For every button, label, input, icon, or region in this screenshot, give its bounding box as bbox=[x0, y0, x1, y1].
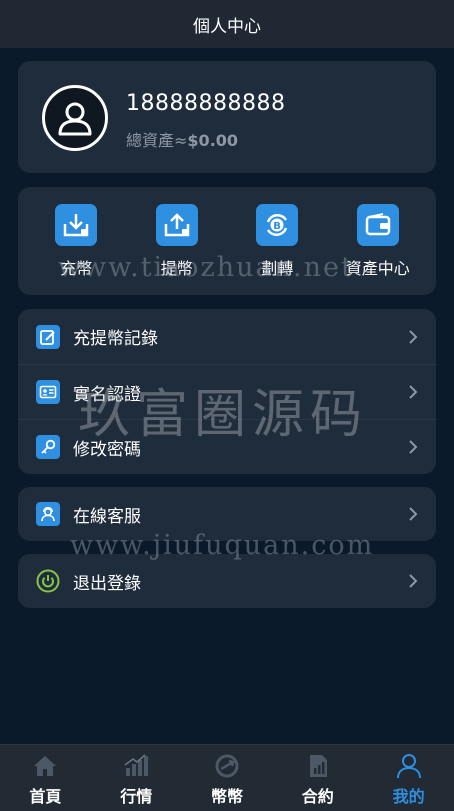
withdraw-label: 提幣 bbox=[160, 259, 193, 278]
logout-card: 退出登錄 bbox=[18, 554, 436, 608]
user-icon bbox=[396, 753, 422, 779]
chevron-right-icon bbox=[409, 385, 418, 399]
tab-contract[interactable]: 合約 bbox=[272, 745, 363, 811]
user-avatar-icon bbox=[58, 102, 92, 136]
avatar[interactable] bbox=[42, 85, 108, 151]
transfer-icon: B bbox=[256, 204, 299, 246]
tab-market-label: 行情 bbox=[120, 787, 153, 806]
online-service-item[interactable]: 在線客服 bbox=[18, 487, 436, 541]
quick-actions: 充幣 提幣 B 劃轉 資產中心 bbox=[18, 187, 436, 295]
chevron-right-icon bbox=[409, 329, 418, 344]
chevron-right-icon bbox=[409, 440, 418, 454]
deposit-button[interactable]: 充幣 bbox=[31, 187, 121, 295]
deposit-withdraw-records-label: 充提幣記錄 bbox=[73, 329, 158, 349]
profile-card[interactable]: 18888888888 總資產≈$0.00 bbox=[18, 61, 436, 173]
bottom-tab-bar: 首頁 行情 幣幣 合約 我的 bbox=[0, 744, 454, 811]
page-header: 個人中心 bbox=[0, 0, 454, 48]
tab-exchange[interactable]: 幣幣 bbox=[182, 745, 273, 811]
withdraw-button[interactable]: 提幣 bbox=[132, 187, 222, 295]
tab-home[interactable]: 首頁 bbox=[0, 745, 91, 811]
tab-mine[interactable]: 我的 bbox=[363, 745, 454, 811]
home-icon bbox=[32, 753, 58, 779]
market-icon bbox=[123, 753, 149, 779]
key-icon bbox=[36, 435, 60, 459]
settings-menu: 充提幣記錄 實名認證 修改密碼 bbox=[18, 309, 436, 474]
withdraw-icon bbox=[155, 204, 198, 246]
deposit-label: 充幣 bbox=[60, 259, 93, 278]
deposit-icon bbox=[55, 204, 98, 246]
tab-home-label: 首頁 bbox=[29, 787, 62, 806]
chevron-right-icon bbox=[409, 507, 418, 521]
svg-text:B: B bbox=[273, 221, 281, 232]
tab-mine-label: 我的 bbox=[392, 787, 425, 806]
transfer-label: 劃轉 bbox=[261, 259, 294, 278]
chevron-right-icon bbox=[409, 574, 418, 588]
real-name-verification-label: 實名認證 bbox=[73, 384, 141, 405]
total-assets-value: $0.00 bbox=[187, 131, 239, 150]
exchange-icon bbox=[214, 753, 240, 779]
page-title: 個人中心 bbox=[193, 16, 261, 37]
customer-service-icon bbox=[36, 502, 60, 526]
logout-item[interactable]: 退出登錄 bbox=[18, 554, 436, 608]
power-icon bbox=[36, 569, 60, 593]
transfer-button[interactable]: B 劃轉 bbox=[232, 187, 322, 295]
asset-center-label: 資產中心 bbox=[345, 259, 410, 278]
wallet-icon bbox=[356, 204, 399, 246]
asset-center-button[interactable]: 資產中心 bbox=[333, 187, 423, 295]
phone-number: 18888888888 bbox=[126, 91, 286, 116]
tab-exchange-label: 幣幣 bbox=[210, 787, 243, 806]
total-assets: 總資產≈$0.00 bbox=[126, 127, 238, 151]
edit-record-icon bbox=[36, 324, 60, 349]
id-card-icon bbox=[36, 380, 60, 404]
online-service-card: 在線客服 bbox=[18, 487, 436, 541]
tab-market[interactable]: 行情 bbox=[91, 745, 182, 811]
tab-contract-label: 合約 bbox=[301, 787, 334, 806]
logout-label: 退出登錄 bbox=[73, 573, 141, 594]
real-name-verification-item[interactable]: 實名認證 bbox=[18, 364, 436, 419]
deposit-withdraw-records-item[interactable]: 充提幣記錄 bbox=[18, 309, 436, 364]
contract-icon bbox=[305, 753, 331, 779]
change-password-item[interactable]: 修改密碼 bbox=[18, 419, 436, 474]
total-assets-label: 總資產≈ bbox=[126, 131, 188, 150]
change-password-label: 修改密碼 bbox=[73, 439, 141, 460]
online-service-label: 在線客服 bbox=[73, 506, 141, 527]
